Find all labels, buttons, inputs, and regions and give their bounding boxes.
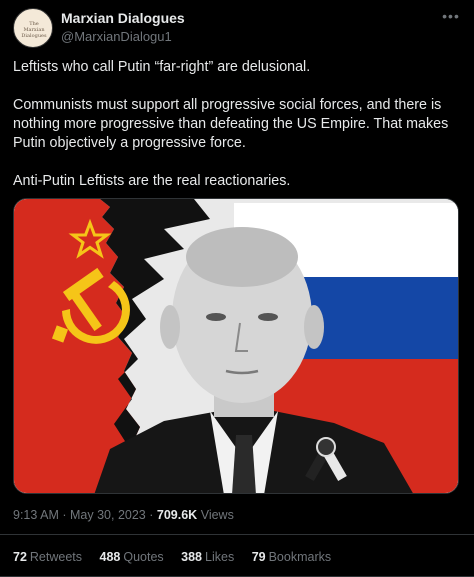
quotes-stat[interactable]: 488 Quotes — [100, 550, 164, 564]
divider — [0, 534, 474, 535]
media-illustration — [14, 199, 458, 493]
tweet-paragraph: Anti-Putin Leftists are the real reactio… — [13, 173, 291, 189]
tweet-paragraph: Leftists who call Putin “far-right” are … — [13, 59, 311, 75]
bookmarks-stat[interactable]: 79 Bookmarks — [252, 550, 331, 564]
views-count: 709.6K — [156, 508, 198, 522]
ear-left — [160, 305, 180, 349]
quotes-label: Quotes — [123, 550, 164, 564]
author-handle[interactable]: @MarxianDialogu1 — [61, 29, 172, 44]
retweets-count: 72 — [13, 550, 27, 564]
retweets-label: Retweets — [29, 550, 83, 564]
author-display-name[interactable]: Marxian Dialogues — [61, 10, 185, 26]
tweet-time[interactable]: 9:13 AM — [13, 508, 59, 522]
bookmarks-label: Bookmarks — [268, 550, 332, 564]
retweets-stat[interactable]: 72 Retweets — [13, 550, 82, 564]
likes-label: Likes — [205, 550, 235, 564]
meta-separator: · — [62, 508, 67, 522]
views-label: Views — [200, 508, 234, 522]
tweet-media-image[interactable] — [13, 198, 459, 494]
tweet-header: The Marxian Dialogues Marxian Dialogues … — [13, 8, 461, 48]
likes-stat[interactable]: 388 Likes — [181, 550, 234, 564]
tweet-paragraph: Communists must support all progressive … — [13, 97, 449, 151]
ear-right — [304, 305, 324, 349]
tweet-meta: 9:13 AM · May 30, 2023 · 709.6K Views — [13, 508, 234, 522]
quotes-count: 488 — [99, 550, 121, 564]
eye-left — [206, 313, 226, 321]
more-options-icon[interactable]: ••• — [441, 9, 461, 26]
tweet-date[interactable]: May 30, 2023 — [70, 508, 146, 522]
likes-count: 388 — [181, 550, 203, 564]
bookmarks-count: 79 — [251, 550, 266, 564]
engagement-stats: 72 Retweets 488 Quotes 388 Likes 79 Bookmark… — [13, 550, 345, 564]
portrait-hairline — [186, 227, 298, 287]
meta-separator: · — [149, 508, 154, 522]
avatar[interactable]: The Marxian Dialogues — [13, 8, 53, 48]
avatar-logo-text: The Marxian Dialogues — [21, 21, 47, 39]
tweet-text: Leftists who call Putin “far-right” are … — [13, 58, 463, 191]
tie — [232, 435, 256, 493]
eye-right — [258, 313, 278, 321]
